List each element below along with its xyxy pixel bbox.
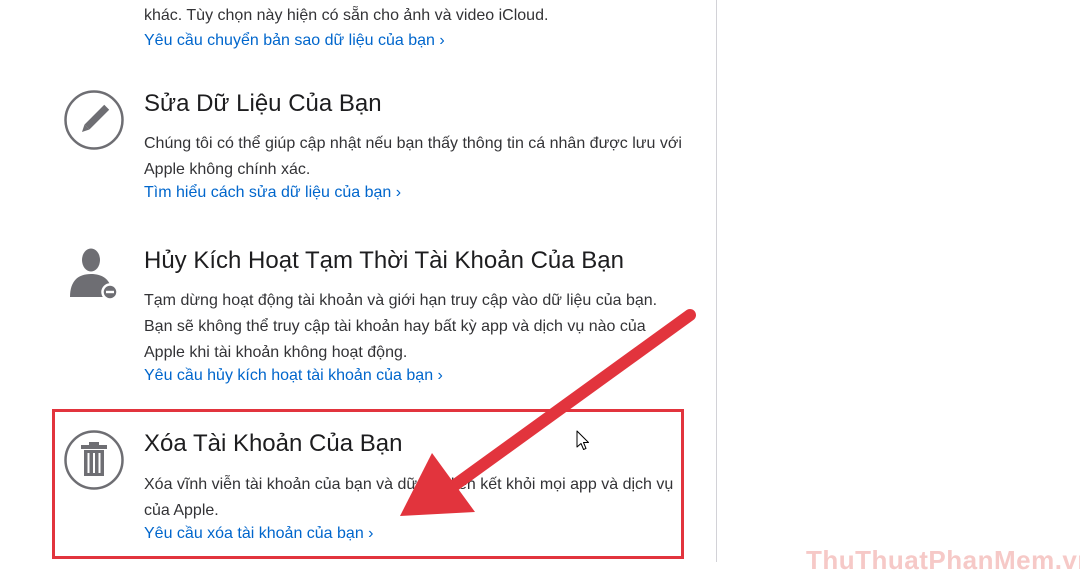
learn-correct-data-link[interactable]: Tìm hiểu cách sửa dữ liệu của bạn › xyxy=(144,182,401,204)
deactivate-account-title: Hủy Kích Hoạt Tạm Thời Tài Khoản Của Bạn xyxy=(144,247,624,274)
pencil-icon xyxy=(63,89,125,151)
deactivate-account-description: Tạm dừng hoạt động tài khoản và giới hạn… xyxy=(144,292,658,361)
correct-data-title: Sửa Dữ Liệu Của Bạn xyxy=(144,90,382,117)
highlight-box-annotation xyxy=(52,409,684,559)
section-transfer-description: khác. Tùy chọn này hiện có sẵn cho ảnh v… xyxy=(144,7,549,24)
request-deactivate-link[interactable]: Yêu cầu hủy kích hoạt tài khoản của bạn … xyxy=(144,365,443,387)
person-minus-icon xyxy=(66,243,124,301)
correct-data-description: Chúng tôi có thể giúp cập nhật nếu bạn t… xyxy=(144,135,682,178)
watermark-text: ThuThuatPhanMem.vn xyxy=(806,545,1080,575)
content-divider xyxy=(716,0,717,562)
request-transfer-link[interactable]: Yêu cầu chuyển bản sao dữ liệu của bạn › xyxy=(144,30,445,52)
